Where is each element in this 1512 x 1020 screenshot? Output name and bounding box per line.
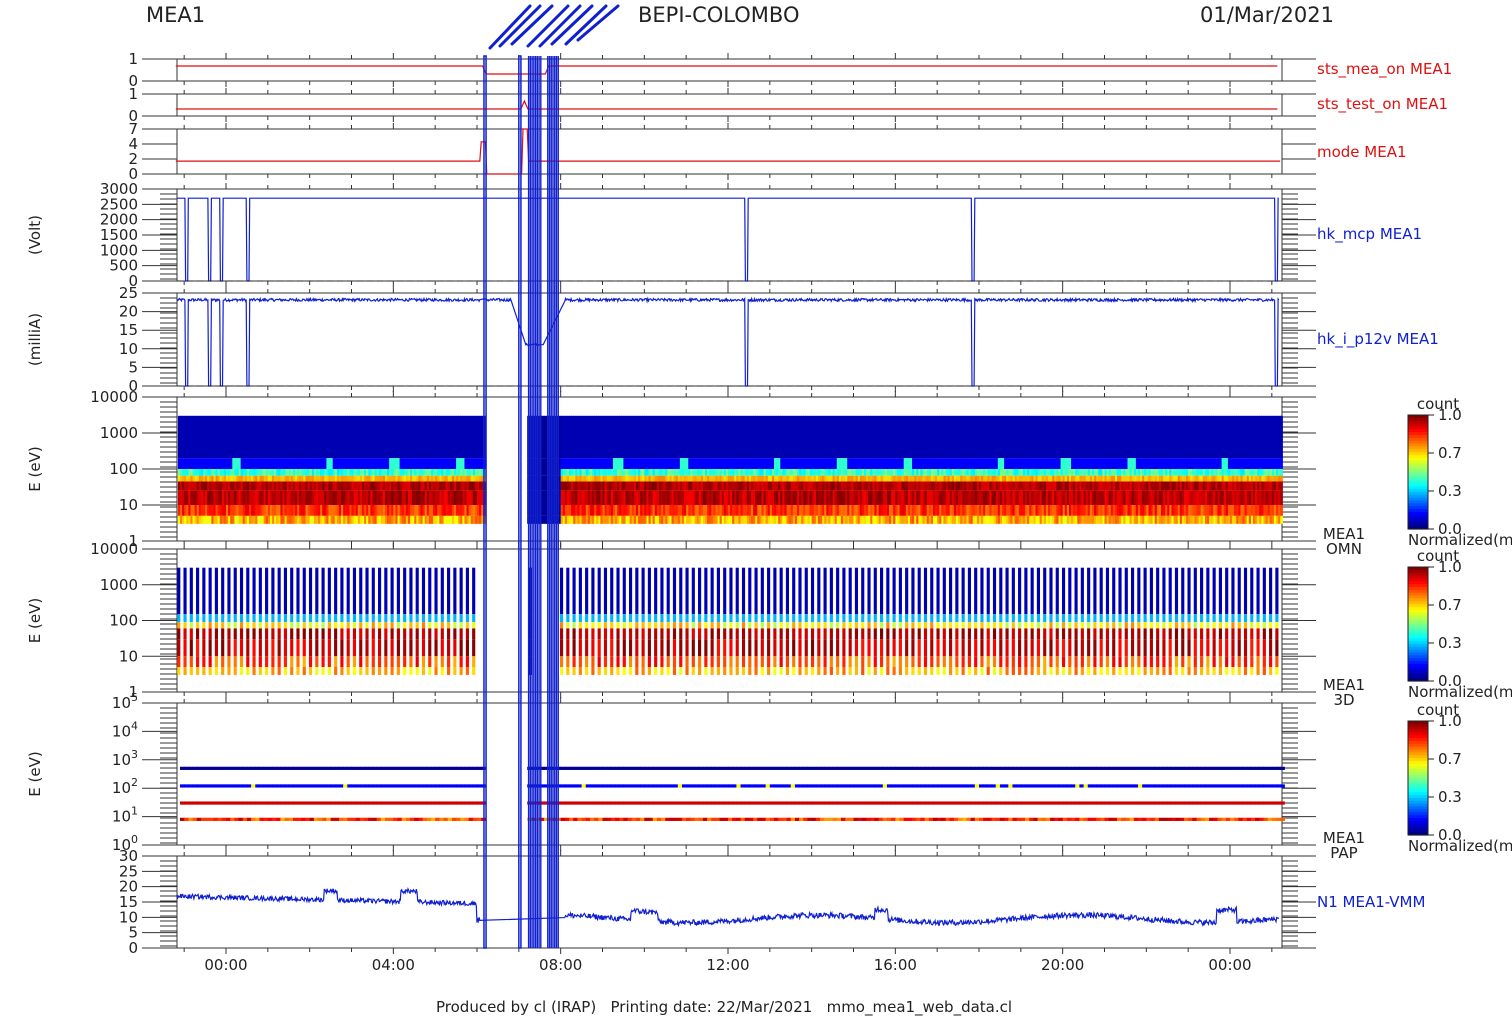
colorbar-tick-label: 1.0 [1438, 558, 1462, 576]
y-tick-label: 100 [109, 612, 138, 630]
colorbar-tick-label: 0.3 [1438, 788, 1462, 806]
panel-label: mode MEA1 [1317, 143, 1407, 161]
data-gap-markers [483, 55, 559, 949]
x-tick-label: 12:00 [706, 956, 749, 974]
panel-3: 7420mode MEA1 [128, 120, 1406, 183]
y-axis-label: (Volt) [26, 215, 44, 255]
y-axis-label: E (eV) [26, 446, 44, 491]
top-annotations [488, 4, 620, 50]
series-sts-test-on [175, 99, 1278, 110]
colorbar-label: Normalized(m [1408, 683, 1512, 701]
panel-9: 302520151050N1 MEA1-VMM [119, 847, 1426, 957]
y-tick-label: 10000 [90, 540, 138, 558]
panel-sublabel: 3D [1333, 691, 1354, 709]
colorbar-label: Normalized(m [1408, 837, 1512, 855]
colorbar-tick-label: 1.0 [1438, 712, 1462, 730]
x-tick-label: 00:00 [204, 956, 247, 974]
y-tick-label: 100 [109, 460, 138, 478]
y-axis-label: E (eV) [26, 751, 44, 796]
y-tick-label: 10000 [90, 388, 138, 406]
y-tick-label: 104 [112, 719, 138, 740]
y-tick-label: 10 [119, 496, 138, 514]
y-tick-label: 103 [112, 748, 138, 769]
series-hk-i-p12v [176, 296, 1280, 387]
x-tick-label: 00:00 [1208, 956, 1251, 974]
panel-2: 10sts_test_on MEA1 [128, 85, 1448, 125]
y-tick-label: 1000 [100, 576, 138, 594]
y-tick-label: 101 [112, 805, 138, 826]
series-mode [175, 128, 1281, 175]
panel-label: sts_mea_on MEA1 [1317, 60, 1452, 79]
colorbar-2: count1.00.70.30.0Normalized(m [1407, 547, 1512, 701]
series-hk-mcp [177, 197, 1279, 282]
footer-credit: Produced by cl (IRAP) Printing date: 22/… [436, 998, 1013, 1016]
panel-4: 300025002000150010005000(Volt) hk_mcp MEA… [26, 180, 1422, 290]
omn-spectrogram [177, 415, 1283, 524]
y-tick-label: 0 [128, 939, 138, 957]
y-tick-label: 25 [119, 284, 138, 302]
y-tick-label: 20 [119, 303, 138, 321]
panel-frame [176, 58, 1283, 82]
colorbar-tick-label: 1.0 [1438, 406, 1462, 424]
multi-panel-chart: 10sts_mea_on MEA110sts_test_on MEA17420m… [26, 4, 1512, 974]
x-tick-label: 08:00 [539, 956, 582, 974]
panel-frame [176, 188, 1283, 282]
y-tick-label: 5 [128, 358, 138, 376]
y-axis-label: (milliA) [26, 313, 44, 366]
panel-frame [176, 93, 1283, 117]
y-tick-label: 10 [119, 647, 138, 665]
colorbar-tick-label: 0.7 [1438, 750, 1462, 768]
y-axis-label: E (eV) [26, 598, 44, 643]
x-tick-label: 04:00 [372, 956, 415, 974]
y-tick-label: 10 [119, 340, 138, 358]
colorbar-tick-label: 0.7 [1438, 444, 1462, 462]
series-sts-mea-on [175, 65, 1278, 75]
panel-sublabel: PAP [1330, 844, 1357, 862]
y-tick-label: 1 [128, 50, 138, 68]
colorbar-tick-label: 0.3 [1438, 634, 1462, 652]
panel-8: 105104103102101100E (eV)MEA1PAP [26, 691, 1365, 862]
panel-label: hk_mcp MEA1 [1317, 225, 1422, 244]
colorbar-1: count1.00.70.30.0Normalized(m [1407, 395, 1512, 549]
panel-frame [176, 128, 1283, 175]
panel-1: 10sts_mea_on MEA1 [128, 50, 1452, 90]
y-tick-label: 105 [112, 691, 138, 712]
colorbar-3: count1.00.70.30.0Normalized(m [1407, 701, 1512, 855]
y-tick-label: 1000 [100, 424, 138, 442]
panel-label: N1 MEA1-VMM [1317, 893, 1425, 911]
y-tick-label: 15 [119, 321, 138, 339]
x-tick-label: 16:00 [874, 956, 917, 974]
y-tick-label: 1 [128, 85, 138, 103]
panel-frame [176, 292, 1283, 387]
colorbar-tick-label: 0.7 [1438, 596, 1462, 614]
colorbar-tick-label: 0.3 [1438, 482, 1462, 500]
panel-label: hk_i_p12v MEA1 [1317, 330, 1439, 349]
3d-spectrogram [177, 567, 1279, 675]
panel-label: sts_test_on MEA1 [1317, 95, 1448, 114]
series-n1-density [176, 887, 1280, 928]
x-tick-label: 20:00 [1041, 956, 1084, 974]
pap-spectrogram [179, 766, 1285, 821]
y-tick-label: 102 [112, 776, 138, 797]
panel-sublabel: OMN [1326, 540, 1362, 558]
panel-frame [176, 702, 1283, 846]
